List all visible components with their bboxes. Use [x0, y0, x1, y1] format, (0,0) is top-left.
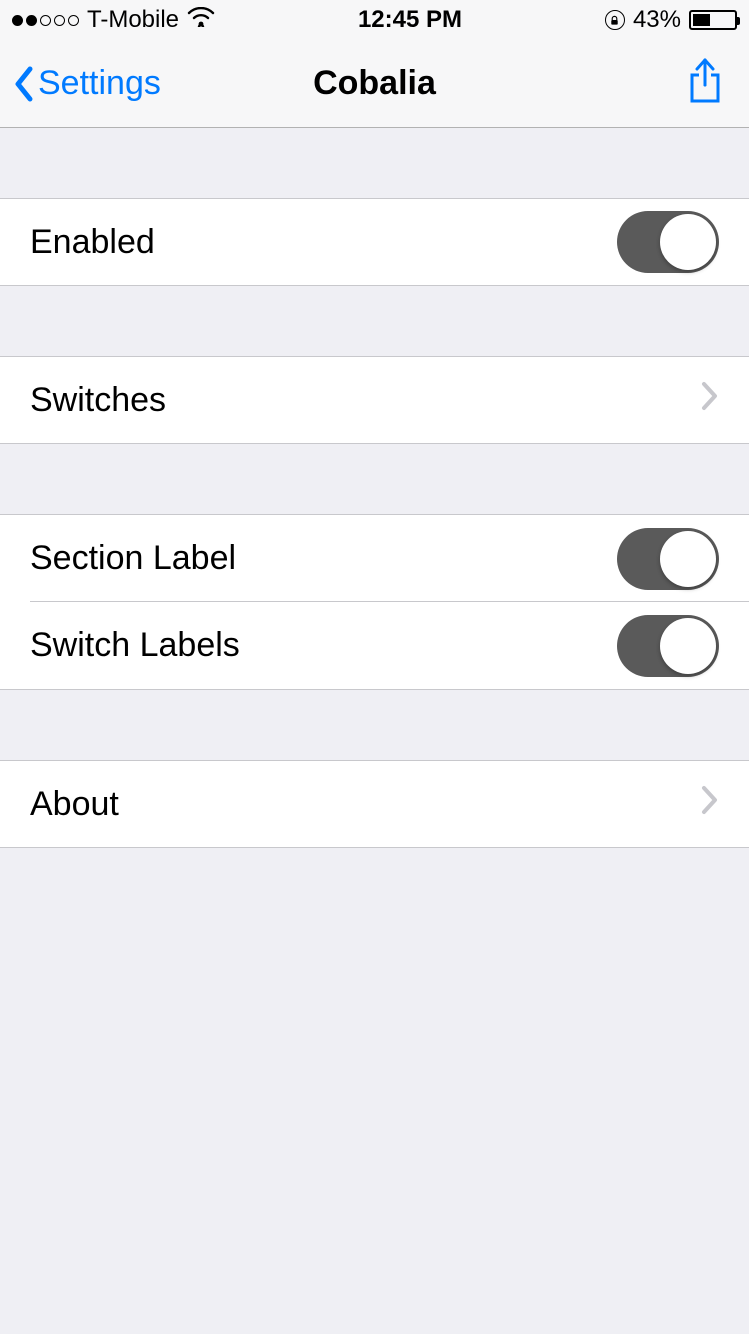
signal-strength-icon [12, 15, 79, 26]
orientation-lock-icon [605, 10, 625, 30]
row-about[interactable]: About [0, 760, 749, 848]
back-button[interactable]: Settings [0, 64, 161, 103]
status-right: 43% [605, 6, 737, 34]
battery-icon [689, 10, 737, 30]
row-section-label: Section Label [0, 514, 749, 602]
row-section-label-label: Section Label [30, 539, 617, 578]
back-label: Settings [38, 64, 161, 103]
chevron-left-icon [12, 65, 36, 103]
status-bar: T-Mobile 12:45 PM 43% [0, 0, 749, 40]
status-left: T-Mobile [12, 6, 215, 34]
row-switch-labels-label: Switch Labels [30, 626, 617, 665]
nav-bar: Settings Cobalia [0, 40, 749, 128]
share-button[interactable] [685, 57, 749, 110]
row-switches-label: Switches [30, 381, 701, 420]
battery-percent: 43% [633, 6, 681, 34]
toggle-switch-labels[interactable] [617, 615, 719, 677]
toggle-enabled[interactable] [617, 211, 719, 273]
row-switches[interactable]: Switches [0, 356, 749, 444]
row-enabled: Enabled [0, 198, 749, 286]
wifi-icon [187, 6, 215, 34]
chevron-right-icon [701, 785, 719, 824]
row-about-label: About [30, 785, 701, 824]
row-enabled-label: Enabled [30, 223, 617, 262]
share-icon [685, 57, 725, 105]
chevron-right-icon [701, 381, 719, 420]
carrier-label: T-Mobile [87, 6, 179, 34]
toggle-section-label[interactable] [617, 528, 719, 590]
row-switch-labels: Switch Labels [0, 602, 749, 690]
status-time: 12:45 PM [358, 6, 462, 34]
